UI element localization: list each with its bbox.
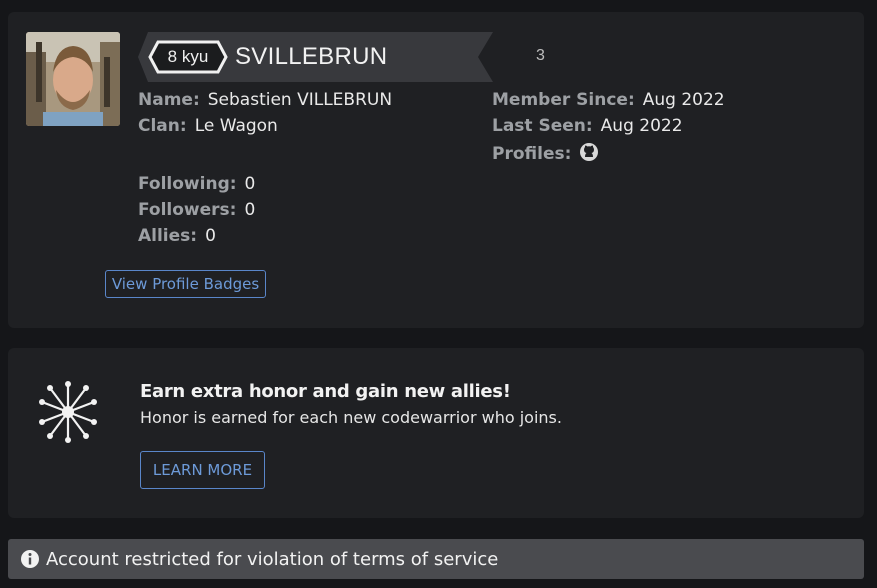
github-icon[interactable] [579,142,599,167]
name-value: Sebastien VILLEBRUN [207,90,393,110]
allies-value: 0 [205,226,216,246]
clan-label: Clan: [138,116,187,136]
profiles-label: Profiles: [492,144,572,164]
name-label: Name: [138,90,200,110]
last-seen-row: Last Seen: Aug 2022 [492,116,683,136]
honor-score: 3 [536,47,545,64]
member-since-label: Member Since: [492,90,635,110]
promo-subtitle: Honor is earned for each new codewarrior… [140,408,562,427]
profiles-row: Profiles: [492,142,599,167]
promo-title: Earn extra honor and gain new allies! [140,381,511,402]
allies-label: Allies: [138,226,198,246]
profile-card: 8 kyu SVILLEBRUN 3 Name: Sebastien VILLEB… [8,12,864,328]
username: SVILLEBRUN [235,43,388,70]
alert-text: Account restricted for violation of term… [46,548,499,570]
last-seen-value: Aug 2022 [600,116,683,136]
info-icon [21,550,39,568]
network-icon [39,381,97,443]
followers-label: Followers: [138,200,237,220]
honor-promo-card: Earn extra honor and gain new allies! Ho… [8,348,864,518]
last-seen-label: Last Seen: [492,116,593,136]
view-profile-badges-button[interactable]: View Profile Badges [105,270,266,298]
followers-value: 0 [244,200,256,220]
member-since-row: Member Since: Aug 2022 [492,90,725,110]
account-restricted-alert: Account restricted for violation of term… [8,539,864,579]
clan-value: Le Wagon [194,116,278,136]
allies-row: Allies: 0 [138,226,216,246]
member-since-value: Aug 2022 [642,90,725,110]
rank-badge: 8 kyu [167,47,209,66]
learn-more-button[interactable]: LEARN MORE [140,451,265,489]
name-row: Name: Sebastien VILLEBRUN [138,90,392,110]
following-row: Following: 0 [138,174,255,194]
followers-row: Followers: 0 [138,200,255,220]
avatar[interactable] [26,32,120,126]
clan-row: Clan: Le Wagon [138,116,278,136]
following-label: Following: [138,174,237,194]
following-value: 0 [244,174,256,194]
name-banner: 8 kyu SVILLEBRUN [138,32,508,82]
